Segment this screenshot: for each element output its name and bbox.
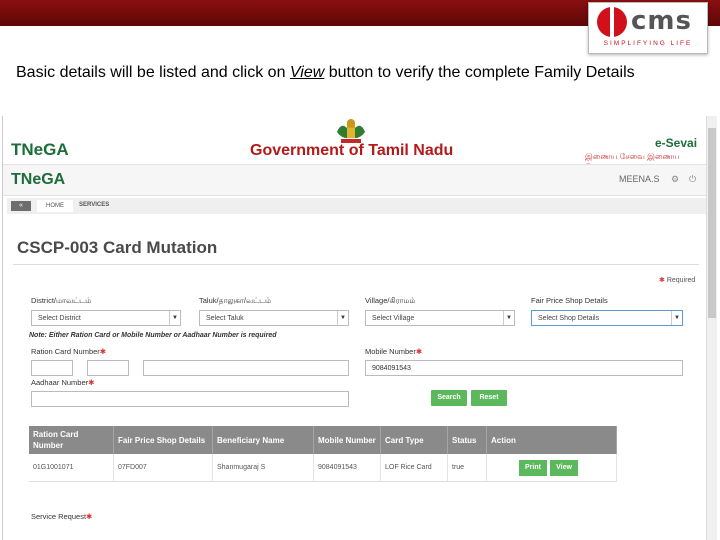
cell-beneficiary: Shanmugaraj S bbox=[212, 454, 314, 482]
user-name[interactable]: MEENA.S bbox=[619, 174, 660, 184]
breadcrumb-back[interactable]: « bbox=[11, 201, 31, 211]
cms-logo-tagline: SIMPLIFYING LIFE bbox=[603, 40, 693, 47]
cell-action: Print View bbox=[486, 454, 617, 482]
emblem-icon bbox=[337, 119, 365, 143]
district-select[interactable]: Select District ▼ bbox=[31, 310, 181, 326]
gear-icon[interactable]: ⚙ bbox=[671, 174, 679, 185]
village-select[interactable]: Select Village ▼ bbox=[365, 310, 515, 326]
header-ration-card: Ration Card Number bbox=[29, 426, 114, 454]
header-action: Action bbox=[486, 426, 617, 454]
results-table: Ration Card Number Fair Price Shop Detai… bbox=[29, 426, 617, 482]
breadcrumb-home[interactable]: HOME bbox=[37, 200, 73, 212]
portal-screenshot: TNeGA Government of Tamil Nadu e-Sevai இ… bbox=[2, 116, 717, 540]
chevron-down-icon: ▼ bbox=[337, 311, 348, 325]
table-header-row: Ration Card Number Fair Price Shop Detai… bbox=[29, 426, 617, 454]
ration-card-label: Ration Card Number✱ bbox=[31, 347, 107, 356]
caption-view-word: View bbox=[289, 64, 325, 81]
cell-mobile: 9084091543 bbox=[313, 454, 381, 482]
cell-status: true bbox=[447, 454, 487, 482]
taluk-label: Taluk/தாலுகா/வட்டம் bbox=[199, 296, 272, 305]
cell-ration-card: 01G1001071 bbox=[29, 454, 114, 482]
header-shop-details: Fair Price Shop Details bbox=[113, 426, 213, 454]
chevron-down-icon: ▼ bbox=[169, 311, 180, 325]
aadhaar-label: Aadhaar Number✱ bbox=[31, 378, 95, 387]
header-beneficiary: Beneficiary Name bbox=[212, 426, 314, 454]
reset-button[interactable]: Reset bbox=[471, 390, 507, 406]
page-title: CSCP-003 Card Mutation bbox=[17, 238, 218, 257]
tnega-logo: TNeGA bbox=[11, 140, 69, 159]
fps-label: Fair Price Shop Details bbox=[531, 296, 608, 305]
cms-logo-wordmark: cms bbox=[631, 6, 692, 36]
cms-logo: cms SIMPLIFYING LIFE bbox=[588, 2, 708, 54]
power-icon[interactable]: ⏻ bbox=[689, 174, 696, 185]
cell-card-type: LOF Rice Card bbox=[380, 454, 448, 482]
chevron-down-icon: ▼ bbox=[503, 311, 514, 325]
header-card-type: Card Type bbox=[380, 426, 448, 454]
slide-caption: Basic details will be listed and click o… bbox=[16, 62, 676, 83]
district-label: District/மாவட்டம் bbox=[31, 296, 92, 305]
header-mobile: Mobile Number bbox=[313, 426, 381, 454]
header-status: Status bbox=[447, 426, 487, 454]
required-legend: ✱ Required bbox=[659, 277, 696, 284]
ration-card-input-2[interactable] bbox=[87, 360, 129, 376]
search-button[interactable]: Search bbox=[431, 390, 467, 406]
caption-text-start: Basic details will be listed and click o… bbox=[16, 64, 290, 81]
cell-shop: 07FD007 bbox=[113, 454, 213, 482]
breadcrumb: « HOME SERVICES bbox=[7, 198, 707, 214]
chevron-down-icon: ▼ bbox=[671, 311, 682, 325]
mobile-label: Mobile Number✱ bbox=[365, 347, 423, 356]
search-note: Note: Either Ration Card or Mobile Numbe… bbox=[29, 332, 277, 339]
vertical-scrollbar[interactable] bbox=[706, 116, 717, 540]
esevai-logo: e-Sevai bbox=[655, 136, 698, 150]
print-button[interactable]: Print bbox=[519, 459, 547, 476]
portal-header: TNeGA Government of Tamil Nadu e-Sevai இ… bbox=[3, 116, 707, 171]
government-title: Government of Tamil Nadu bbox=[250, 142, 454, 159]
village-label: Village/கிராமம் bbox=[365, 296, 416, 305]
portal-navbar: TNeGA MEENA.S ⚙ ⏻ bbox=[3, 164, 707, 196]
cms-logo-mark bbox=[597, 7, 627, 37]
navbar-brand[interactable]: TNeGA bbox=[11, 171, 65, 189]
title-divider bbox=[13, 264, 699, 265]
view-button[interactable]: View bbox=[550, 459, 578, 476]
table-row: 01G1001071 07FD007 Shanmugaraj S 9084091… bbox=[29, 454, 617, 482]
caption-text-end: button to verify the complete Family Det… bbox=[324, 64, 635, 81]
taluk-select[interactable]: Select Taluk ▼ bbox=[199, 310, 349, 326]
scrollbar-thumb[interactable] bbox=[708, 128, 716, 318]
aadhaar-input[interactable] bbox=[31, 391, 349, 407]
ration-card-input-1[interactable] bbox=[31, 360, 73, 376]
ration-card-input-3[interactable] bbox=[143, 360, 349, 376]
mobile-input[interactable]: 9084091543 bbox=[365, 360, 683, 376]
service-request-label: Service Request✱ bbox=[31, 512, 93, 521]
breadcrumb-services[interactable]: SERVICES bbox=[79, 202, 109, 208]
fps-select[interactable]: Select Shop Details ▼ bbox=[531, 310, 683, 326]
